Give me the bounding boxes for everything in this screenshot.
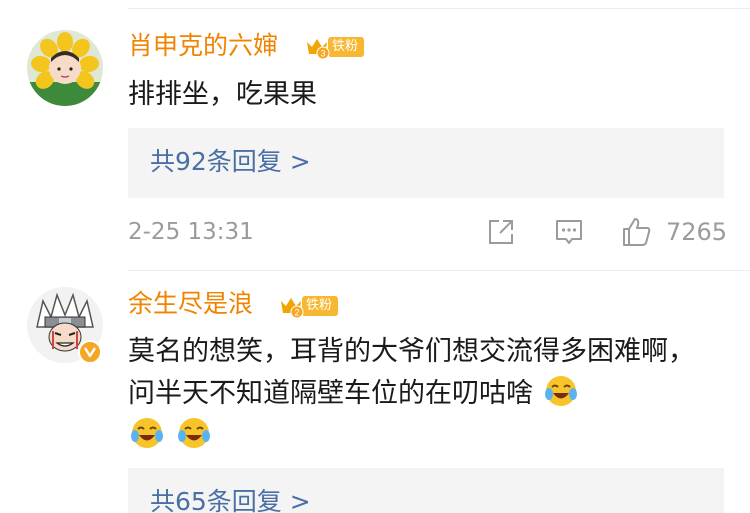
like-button[interactable]: 7265 — [620, 214, 727, 250]
comment-timestamp: 2-25 13:31 — [128, 219, 254, 245]
divider — [128, 270, 750, 271]
fan-badge-label: 铁粉 — [328, 37, 365, 57]
comment-text: 莫名的想笑，耳背的大爷们想交流得多困难啊，问半天不知道隔壁车位的在叨咕啥 — [128, 331, 718, 457]
comment-icon — [556, 220, 582, 244]
fan-badge[interactable]: 3 铁粉 — [304, 34, 365, 60]
svg-text:3: 3 — [320, 49, 325, 59]
comment-text-body: 莫名的想笑，耳背的大爷们想交流得多困难啊，问半天不知道隔壁车位的在叨咕啥 — [128, 336, 695, 409]
share-icon — [489, 220, 513, 244]
svg-text:2: 2 — [294, 308, 299, 318]
comment-text: 排排坐，吃果果 — [128, 79, 317, 110]
share-button[interactable] — [486, 214, 516, 250]
view-replies-link[interactable]: 共65条回复 > — [150, 486, 311, 513]
laugh-cry-emoji-icon — [177, 418, 210, 448]
avatar[interactable] — [27, 30, 103, 106]
crown-icon: 2 — [278, 293, 304, 319]
fan-badge-label: 铁粉 — [302, 296, 339, 316]
sunflower-hat-avatar-icon — [27, 30, 103, 106]
like-count: 7265 — [666, 218, 728, 246]
view-replies-link[interactable]: 共92条回复 > — [150, 146, 311, 178]
username[interactable]: 余生尽是浪 — [128, 288, 253, 320]
thumbs-up-icon — [623, 218, 651, 246]
username[interactable]: 肖申克的六婶 — [128, 30, 278, 62]
crown-icon: 3 — [304, 34, 330, 60]
laugh-cry-emoji-icon — [131, 418, 163, 448]
replies-box[interactable]: 共92条回复 > — [128, 128, 724, 198]
comment-button[interactable] — [553, 214, 585, 250]
fan-badge[interactable]: 2 铁粉 — [278, 293, 339, 319]
verified-badge-icon — [78, 340, 102, 364]
replies-box[interactable]: 共65条回复 > — [128, 468, 724, 513]
laugh-cry-emoji-icon — [544, 376, 577, 406]
divider — [128, 8, 750, 9]
